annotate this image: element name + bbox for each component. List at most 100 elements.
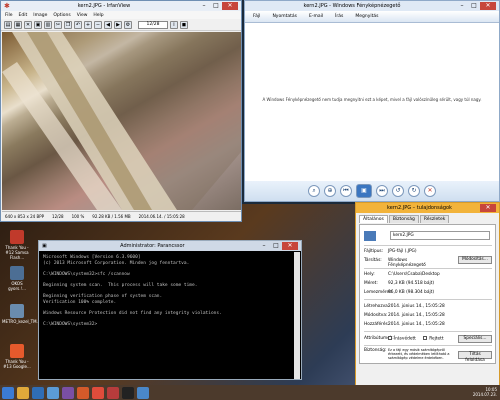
start-icon[interactable] (2, 386, 14, 399)
delete-icon[interactable]: ✕ (424, 185, 436, 197)
desktop-icon[interactable]: OKOS gyors.!... (2, 266, 32, 291)
readonly-checkbox[interactable] (388, 336, 392, 340)
tab-security[interactable]: Biztonság (388, 215, 419, 223)
exit-icon[interactable]: ◼ (180, 20, 188, 29)
store-icon[interactable] (47, 386, 59, 399)
advanced-button[interactable]: Speciális... (458, 335, 492, 343)
separator (364, 299, 492, 300)
properties-dialog: kern2.JPG – tulajdonságok ✕ Általános Bi… (355, 202, 500, 386)
actual-size-icon[interactable]: ⊕ (324, 185, 336, 197)
irfanview-icon[interactable] (107, 386, 119, 399)
cmd-print[interactable]: Nyomtatás (272, 14, 297, 19)
cmd-window: ▣ Administrator: Parancssor – □ ✕ Micros… (38, 240, 302, 380)
close-button[interactable]: ✕ (480, 204, 496, 212)
cut-icon[interactable]: ✂ (54, 20, 62, 29)
page-indicator[interactable]: 12/28 (138, 20, 168, 29)
firefox-icon[interactable] (77, 386, 89, 399)
menu-options[interactable]: Options (53, 13, 70, 18)
props-title: kern2.JPG – tulajdonságok (387, 205, 452, 211)
change-button[interactable]: Módosítás... (458, 256, 492, 264)
prop-security: Biztonság: Ez a fájl egy másik számítógép… (364, 348, 450, 360)
chrome-icon[interactable] (92, 386, 104, 399)
menu-file[interactable]: File (5, 13, 13, 18)
separator (364, 245, 492, 246)
next-icon[interactable]: ⏭ (376, 185, 388, 197)
tray-clock[interactable]: 10:05 2014.07.23. (473, 387, 497, 397)
next-icon[interactable]: ▶ (114, 20, 122, 29)
maximize-button[interactable]: □ (270, 242, 282, 250)
menu-help[interactable]: Help (93, 13, 103, 18)
unblock-button[interactable]: Tiltás feloldása (458, 351, 492, 363)
prop-size-on-disk: Lemezméret: 96,0 KB (98.304 bájt) (364, 290, 435, 295)
minimize-button[interactable]: – (258, 242, 270, 250)
close-button[interactable]: ✕ (222, 2, 238, 10)
viewer-title: kern2.JPG - Windows Fényképnézegető (303, 3, 401, 9)
maximize-button[interactable]: □ (468, 2, 480, 10)
cmd-scrollbar[interactable] (294, 252, 300, 379)
separator (364, 331, 492, 332)
separator (364, 268, 492, 269)
tab-general[interactable]: Általános (359, 215, 388, 223)
filename-field[interactable]: kern2.JPG (390, 231, 490, 240)
undo-icon[interactable]: ↶ (74, 20, 82, 29)
minimize-button[interactable]: – (456, 2, 468, 10)
desktop-icon[interactable]: Thank You - #13 Google... (2, 344, 32, 369)
menu-image[interactable]: Image (33, 13, 47, 18)
print-icon[interactable]: ▥ (44, 20, 52, 29)
prop-opens-with: Társítás: Windows Fényképnézegető (364, 258, 426, 268)
save-icon[interactable]: ▣ (34, 20, 42, 29)
cmd-email[interactable]: E-mail (309, 14, 323, 19)
irfan-image-area[interactable] (2, 32, 241, 210)
status-dimensions: 640 x 853 x 24 BPP (5, 214, 45, 219)
prop-filetype: Fájltípus: JPG-fájl (.JPG) (364, 249, 417, 254)
explorer-icon[interactable] (17, 386, 29, 399)
cmd-file[interactable]: Fájl (253, 14, 260, 19)
slideshow-icon[interactable]: ▦ (14, 20, 22, 29)
slideshow-icon[interactable]: ▣ (356, 184, 372, 198)
rotate-left-icon[interactable]: ↺ (392, 185, 404, 197)
props-tabs: Általános Biztonság Részletek (356, 213, 499, 223)
copy-icon[interactable]: ❐ (64, 20, 72, 29)
settings-icon[interactable]: ⚙ (124, 20, 132, 29)
prop-location: Hely: C:\Users\Csaba\Desktop (364, 272, 440, 277)
maximize-button[interactable]: □ (210, 2, 222, 10)
cmd-open[interactable]: Megnyitás (355, 14, 378, 19)
folder-icon (10, 266, 24, 280)
prev-icon[interactable]: ◀ (104, 20, 112, 29)
chrome-icon (10, 344, 24, 358)
cmd-burn[interactable]: Írás (335, 14, 343, 19)
close-button[interactable]: ✕ (480, 2, 496, 10)
cmd-title: Administrator: Parancssor (120, 243, 185, 249)
previous-icon[interactable]: ⏮ (340, 185, 352, 197)
zoom-icon[interactable]: ⌕ (308, 185, 320, 197)
irfan-statusbar: 640 x 853 x 24 BPP 12/28 100 % 92.28 KB … (2, 211, 241, 221)
open-icon[interactable]: ▤ (4, 20, 12, 29)
info-icon[interactable]: i (170, 20, 178, 29)
app-icon[interactable] (62, 386, 74, 399)
delete-icon[interactable]: ✕ (24, 20, 32, 29)
prop-accessed: Hozzáférés: 2014. június 14., 15:05:28 (364, 322, 445, 327)
viewer-commandbar: Fájl Nyomtatás E-mail Írás Megnyitás (245, 11, 499, 23)
photo-viewer-window: kern2.JPG - Windows Fényképnézegető – □ … (244, 0, 500, 202)
desktop-icon[interactable]: Thank You - #12 Samsa Flash... (2, 230, 32, 260)
cmd-output[interactable]: Microsoft Windows [Version 6.3.9600] (c)… (43, 255, 295, 328)
zoom-out-icon[interactable]: − (94, 20, 102, 29)
zoom-in-icon[interactable]: + (84, 20, 92, 29)
status-date: 2014.06.14. / 15:05:28 (138, 214, 185, 219)
tab-details[interactable]: Részletek (419, 215, 450, 223)
menu-view[interactable]: View (77, 13, 88, 18)
close-button[interactable]: ✕ (282, 242, 298, 250)
desktop-icon[interactable]: METRO_kezel_TM... (2, 304, 40, 324)
menu-edit[interactable]: Edit (19, 13, 28, 18)
cmd-icon[interactable] (122, 386, 134, 399)
viewer-titlebar: kern2.JPG - Windows Fényképnézegető – □ … (245, 1, 499, 11)
prop-created: Létrehozva: 2014. június 14., 15:05:28 (364, 304, 445, 309)
status-zoom: 100 % (71, 214, 85, 219)
viewer-controls: ⌕ ⊕ ⏮ ▣ ⏭ ↺ ↻ ✕ (245, 181, 499, 201)
photo-viewer-icon[interactable] (137, 386, 149, 399)
minimize-button[interactable]: – (198, 2, 210, 10)
rotate-right-icon[interactable]: ↻ (408, 185, 420, 197)
hidden-checkbox[interactable] (423, 336, 428, 340)
ie-icon[interactable] (32, 386, 44, 399)
status-size: 92.28 KB / 1.56 MB (92, 214, 131, 219)
